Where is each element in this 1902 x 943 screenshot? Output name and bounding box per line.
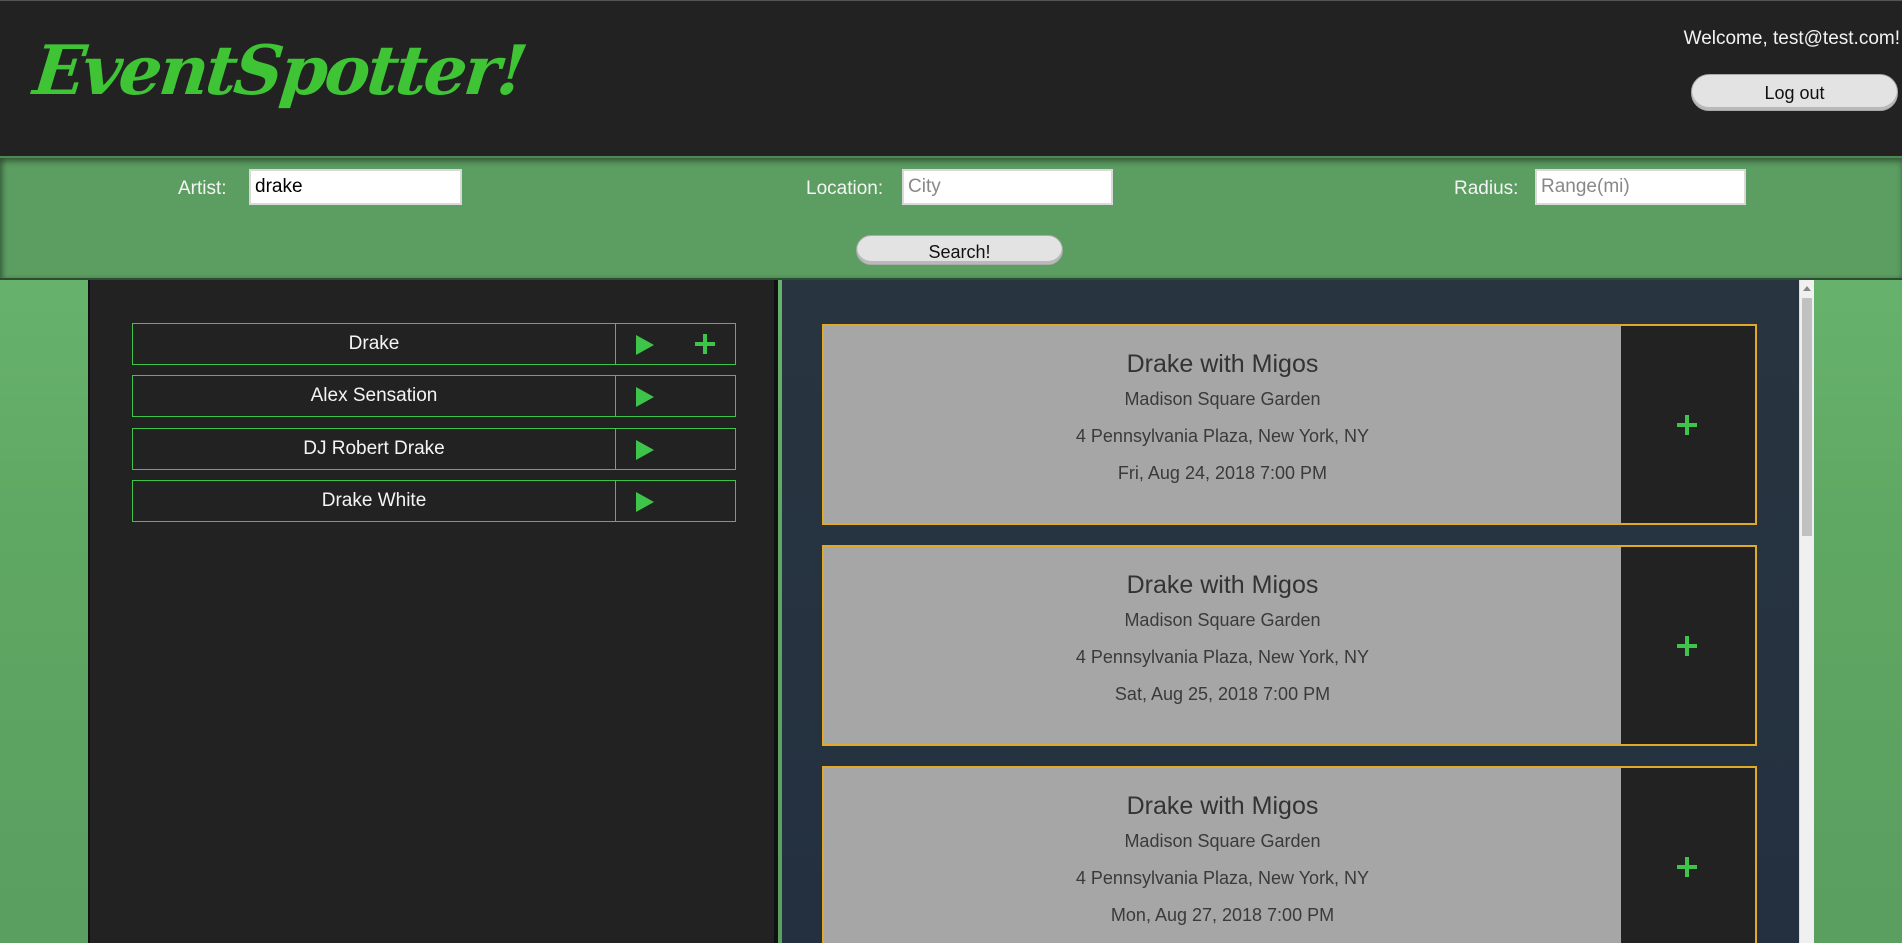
plus-icon [1677,857,1697,877]
artist-results-panel: Drake Alex Sensation DJ Robert Drake Dra… [88,280,778,943]
play-icon[interactable] [636,492,654,512]
event-card: Drake with Migos Madison Square Garden 4… [822,324,1757,525]
artist-actions [616,376,735,416]
scroll-thumb[interactable] [1802,298,1812,536]
play-icon[interactable] [636,387,654,407]
event-date: Fri, Aug 24, 2018 7:00 PM [1117,463,1328,483]
event-date: Sat, Aug 25, 2018 7:00 PM [1114,684,1331,704]
event-venue: Madison Square Garden [1124,389,1321,409]
artist-actions [616,429,735,469]
event-results-panel: Drake with Migos Madison Square Garden 4… [782,280,1799,943]
artist-name[interactable]: DJ Robert Drake [133,429,616,469]
event-info[interactable]: Drake with Migos Madison Square Garden 4… [824,768,1621,943]
app-header: EventSpotter! Welcome, test@test.com! Lo… [0,0,1902,156]
event-list-scrollbar[interactable] [1799,280,1814,943]
artist-row: Alex Sensation [132,375,736,417]
add-event-button[interactable] [1621,326,1755,523]
play-icon[interactable] [636,335,654,355]
event-title: Drake with Migos [1126,792,1319,820]
artist-name[interactable]: Alex Sensation [133,376,616,416]
artist-row: DJ Robert Drake [132,428,736,470]
artist-input[interactable] [249,169,462,205]
play-icon[interactable] [636,440,654,460]
event-venue: Madison Square Garden [1124,831,1321,851]
app-logo[interactable]: EventSpotter! [30,31,529,111]
add-event-button[interactable] [1621,768,1755,943]
search-bar: Artist: Location: Radius: Search! [0,156,1902,280]
artist-actions [616,481,735,521]
event-address: 4 Pennsylvania Plaza, New York, NY [1075,868,1370,888]
artist-name[interactable]: Drake [133,324,616,364]
radius-label: Radius: [1454,178,1519,199]
location-input[interactable] [902,169,1113,205]
artist-row: Drake White [132,480,736,522]
welcome-message: Welcome, test@test.com! [1683,28,1900,49]
event-info[interactable]: Drake with Migos Madison Square Garden 4… [824,547,1621,744]
event-title: Drake with Migos [1126,350,1319,378]
event-card: Drake with Migos Madison Square Garden 4… [822,766,1757,943]
event-info[interactable]: Drake with Migos Madison Square Garden 4… [824,326,1621,523]
scroll-up-arrow-icon[interactable] [1803,286,1811,291]
add-event-button[interactable] [1621,547,1755,744]
location-label: Location: [806,178,884,199]
event-address: 4 Pennsylvania Plaza, New York, NY [1075,647,1370,667]
radius-input[interactable] [1535,169,1746,205]
plus-icon [1677,636,1697,656]
artist-actions [616,324,735,364]
plus-icon [1677,415,1697,435]
event-date: Mon, Aug 27, 2018 7:00 PM [1110,905,1335,925]
artist-row: Drake [132,323,736,365]
event-title: Drake with Migos [1126,571,1319,599]
event-venue: Madison Square Garden [1124,610,1321,630]
add-artist-plus-icon[interactable] [695,334,715,354]
logout-button[interactable]: Log out [1691,74,1898,111]
search-button[interactable]: Search! [856,235,1063,265]
artist-name[interactable]: Drake White [133,481,616,521]
event-card: Drake with Migos Madison Square Garden 4… [822,545,1757,746]
event-address: 4 Pennsylvania Plaza, New York, NY [1075,426,1370,446]
artist-label: Artist: [178,178,227,199]
